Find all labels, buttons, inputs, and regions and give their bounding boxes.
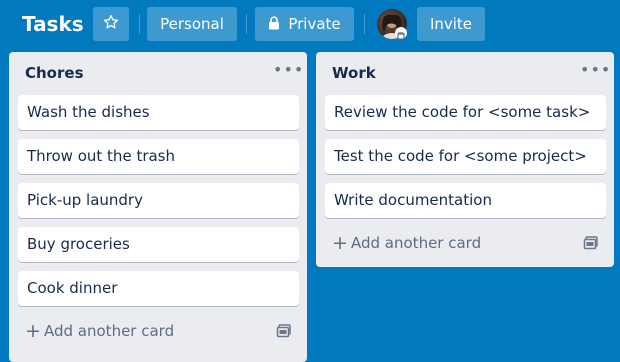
card[interactable]: Cook dinner [18,271,299,306]
privacy-label: Private [288,15,341,33]
avatar-admin-badge [395,27,407,40]
card-template-icon[interactable] [276,323,292,339]
card[interactable]: Review the code for <some task> [325,95,606,130]
add-card-button[interactable]: + Add another card [332,231,481,255]
card[interactable]: Pick-up laundry [18,183,299,218]
add-card-label: Add another card [44,322,175,340]
card[interactable]: Write documentation [325,183,606,218]
more-horizontal-icon[interactable]: ••• [273,62,303,84]
add-card-button[interactable]: + Add another card [25,319,174,343]
card-template-icon[interactable] [583,235,599,251]
plus-icon: + [25,320,41,342]
header-divider [364,14,365,34]
list-chores: Chores ••• Wash the dishes Throw out the… [9,52,307,362]
add-card-label: Add another card [351,234,482,252]
board-title[interactable]: Tasks [22,10,84,38]
list-title[interactable]: Chores [25,62,84,84]
team-visibility-button[interactable]: Personal [147,7,237,41]
card[interactable]: Buy groceries [18,227,299,262]
list-title[interactable]: Work [332,62,376,84]
star-icon [103,8,119,42]
board-header: Tasks Personal Private Invite [0,0,620,48]
card[interactable]: Wash the dishes [18,95,299,130]
header-divider [139,14,140,34]
card[interactable]: Throw out the trash [18,139,299,174]
more-horizontal-icon[interactable]: ••• [580,62,610,84]
star-board-button[interactable] [93,7,129,41]
plus-icon: + [332,232,348,254]
header-divider [246,14,247,34]
lock-icon [268,8,280,42]
card[interactable]: Test the code for <some project> [325,139,606,174]
list-work: Work ••• Review the code for <some task>… [316,52,614,267]
privacy-button[interactable]: Private [255,7,354,41]
invite-button[interactable]: Invite [417,7,485,41]
